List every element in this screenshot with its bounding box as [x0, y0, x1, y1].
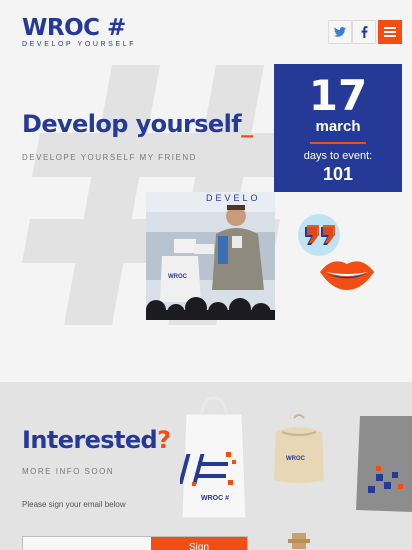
hamburger-menu-icon	[384, 27, 396, 37]
paper-bag-merch: WROC #	[180, 396, 247, 519]
event-month: march	[315, 118, 361, 135]
logo-tagline: DEVELOP YOURSELF	[22, 41, 137, 48]
date-divider	[310, 142, 366, 144]
email-input[interactable]	[23, 537, 151, 550]
facebook-button[interactable]	[352, 20, 376, 44]
menu-button[interactable]	[378, 20, 402, 44]
email-note: Please sign your email below	[22, 500, 126, 509]
tshirt-merch	[356, 416, 412, 512]
hero-title: Develop yourself_	[22, 110, 253, 138]
header-actions	[328, 20, 402, 44]
hero-subtitle: DEVELOPE YOURSELF MY FRIEND	[22, 153, 197, 162]
countdown-value: 101	[322, 164, 354, 184]
twitter-button[interactable]	[328, 20, 352, 44]
interested-title: Interested?	[22, 426, 171, 454]
photo-banner-text: DEVELO	[206, 193, 261, 203]
countdown-label: days to event:	[303, 150, 373, 162]
interested-subtitle: MORE INFO SOON	[22, 467, 115, 476]
sign-button[interactable]: Sign	[151, 537, 247, 550]
logo-wordmark: WROC #	[22, 15, 126, 41]
quote-bubble-icon	[298, 214, 340, 256]
pouch-merch: WROC	[274, 414, 324, 483]
event-date-card: 17 march days to event: 101	[274, 64, 402, 192]
logo[interactable]: WROC # DEVELOP YOURSELF	[22, 16, 136, 48]
svg-text:WROC: WROC	[168, 274, 188, 280]
speaker-photo: DEVELO WROC	[146, 192, 275, 320]
wooden-item-merch	[288, 533, 310, 549]
email-signup-form: Sign	[22, 536, 248, 550]
facebook-icon	[361, 26, 367, 38]
twitter-icon	[334, 27, 346, 37]
bag-brand: WROC #	[201, 495, 229, 502]
lips-icon	[320, 261, 374, 290]
pouch-brand: WROC	[286, 456, 306, 462]
event-day: 17	[308, 71, 368, 120]
